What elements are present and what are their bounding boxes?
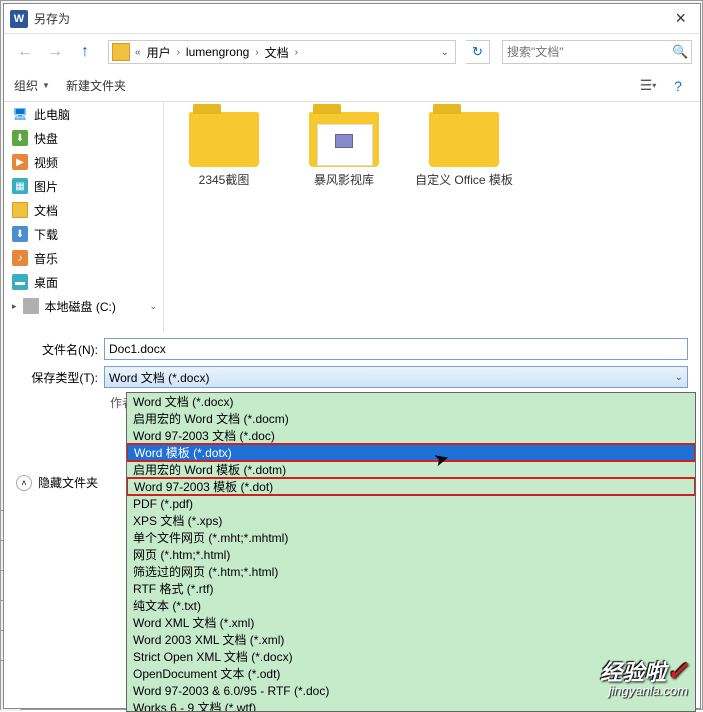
dropdown-option[interactable]: RTF 格式 (*.rtf) xyxy=(127,580,695,597)
sidebar: 🖥此电脑 ⬇快盘 ▶视频 ▦图片 文档 ⬇下载 ♪音乐 ▬桌面 ▸本地磁盘 (C… xyxy=(4,102,164,332)
dropdown-option[interactable]: Word 97-2003 模板 (*.dot) xyxy=(126,477,696,496)
forward-button[interactable]: → xyxy=(42,40,68,64)
sidebar-item-downloads[interactable]: ⬇下载 xyxy=(4,222,163,246)
save-as-dialog: W 另存为 × ← → ↑ « 用户 › lumengrong › 文档 › ⌄ xyxy=(3,3,701,709)
breadcrumb-item[interactable]: lumengrong xyxy=(182,45,253,59)
help-icon[interactable]: ? xyxy=(666,75,690,97)
toolbar: 组织▼ 新建文件夹 ☰▾ ? xyxy=(4,70,700,102)
folder-icon xyxy=(429,112,499,167)
sidebar-item-disk-c[interactable]: ▸本地磁盘 (C:)⌄ xyxy=(4,294,163,318)
back-button[interactable]: ← xyxy=(12,40,38,64)
file-list: 2345截图 暴风影视库 自定义 Office 模板 xyxy=(164,102,700,332)
sidebar-item-kuaipan[interactable]: ⬇快盘 xyxy=(4,126,163,150)
chevron-icon[interactable]: › xyxy=(293,47,300,58)
chevron-icon[interactable]: › xyxy=(175,47,182,58)
sidebar-item-desktop[interactable]: ▬桌面 xyxy=(4,270,163,294)
dropdown-option[interactable]: Word 97-2003 文档 (*.doc) xyxy=(127,427,695,444)
dropdown-option[interactable]: 纯文本 (*.txt) xyxy=(127,597,695,614)
chevron-up-icon: ˄ xyxy=(16,475,32,491)
new-folder-button[interactable]: 新建文件夹 xyxy=(66,77,126,94)
dropdown-option[interactable]: PDF (*.pdf) xyxy=(127,495,695,512)
breadcrumb: 用户 › lumengrong › 文档 › xyxy=(143,44,300,61)
dropdown-option[interactable]: Works 6 - 9 文档 (*.wtf) xyxy=(127,699,695,712)
folder-item[interactable]: 暴风影视库 xyxy=(294,112,394,189)
word-icon: W xyxy=(10,10,28,28)
navbar: ← → ↑ « 用户 › lumengrong › 文档 › ⌄ ↻ 🔍 xyxy=(4,34,700,70)
search-box[interactable]: 🔍 xyxy=(502,40,692,64)
chevron-icon[interactable]: › xyxy=(253,47,260,58)
folder-item[interactable]: 2345截图 xyxy=(174,112,274,189)
refresh-button[interactable]: ↻ xyxy=(466,40,490,64)
breadcrumb-item[interactable]: 用户 xyxy=(143,44,175,61)
breadcrumb-item[interactable]: 文档 xyxy=(261,44,293,61)
dropdown-option[interactable]: Word XML 文档 (*.xml) xyxy=(127,614,695,631)
sidebar-item-this-pc[interactable]: 🖥此电脑 xyxy=(4,102,163,126)
save-type-label: 保存类型(T): xyxy=(16,369,104,386)
titlebar: W 另存为 × xyxy=(4,4,700,34)
save-type-select[interactable]: Word 文档 (*.docx)⌄ xyxy=(104,366,688,388)
filename-input[interactable] xyxy=(104,338,688,360)
dropdown-option[interactable]: 单个文件网页 (*.mht;*.mhtml) xyxy=(127,529,695,546)
dropdown-option[interactable]: XPS 文档 (*.xps) xyxy=(127,512,695,529)
sidebar-item-videos[interactable]: ▶视频 xyxy=(4,150,163,174)
folder-item[interactable]: 自定义 Office 模板 xyxy=(414,112,514,189)
sidebar-item-pictures[interactable]: ▦图片 xyxy=(4,174,163,198)
hide-folders-toggle[interactable]: ˄ 隐藏文件夹 xyxy=(16,474,98,491)
search-input[interactable] xyxy=(503,45,666,59)
dropdown-option[interactable]: Word 文档 (*.docx) xyxy=(127,393,695,410)
dropdown-option[interactable]: Word 模板 (*.dotx) xyxy=(126,443,696,462)
close-button[interactable]: × xyxy=(667,6,694,31)
view-icon[interactable]: ☰▾ xyxy=(636,75,660,97)
chevron-icon[interactable]: « xyxy=(133,47,143,58)
watermark: 经验啦✓ jingyanla.com xyxy=(600,655,688,698)
dropdown-option[interactable]: 网页 (*.htm;*.html) xyxy=(127,546,695,563)
search-icon[interactable]: 🔍 xyxy=(666,44,694,60)
up-button[interactable]: ↑ xyxy=(72,40,98,64)
sidebar-item-documents[interactable]: 文档 xyxy=(4,198,163,222)
filename-label: 文件名(N): xyxy=(16,341,104,358)
organize-button[interactable]: 组织▼ xyxy=(14,77,50,94)
dropdown-option[interactable]: Word 2003 XML 文档 (*.xml) xyxy=(127,631,695,648)
dropdown-option[interactable]: 启用宏的 Word 模板 (*.dotm) xyxy=(127,461,695,478)
dialog-title: 另存为 xyxy=(34,10,70,27)
dropdown-option[interactable]: 启用宏的 Word 文档 (*.docm) xyxy=(127,410,695,427)
sidebar-item-music[interactable]: ♪音乐 xyxy=(4,246,163,270)
address-dropdown-icon[interactable]: ⌄ xyxy=(435,47,455,58)
folder-icon xyxy=(112,43,130,61)
folder-icon xyxy=(189,112,259,167)
dropdown-option[interactable]: 筛选过的网页 (*.htm;*.html) xyxy=(127,563,695,580)
folder-icon xyxy=(309,112,379,167)
address-bar[interactable]: « 用户 › lumengrong › 文档 › ⌄ xyxy=(108,40,456,64)
